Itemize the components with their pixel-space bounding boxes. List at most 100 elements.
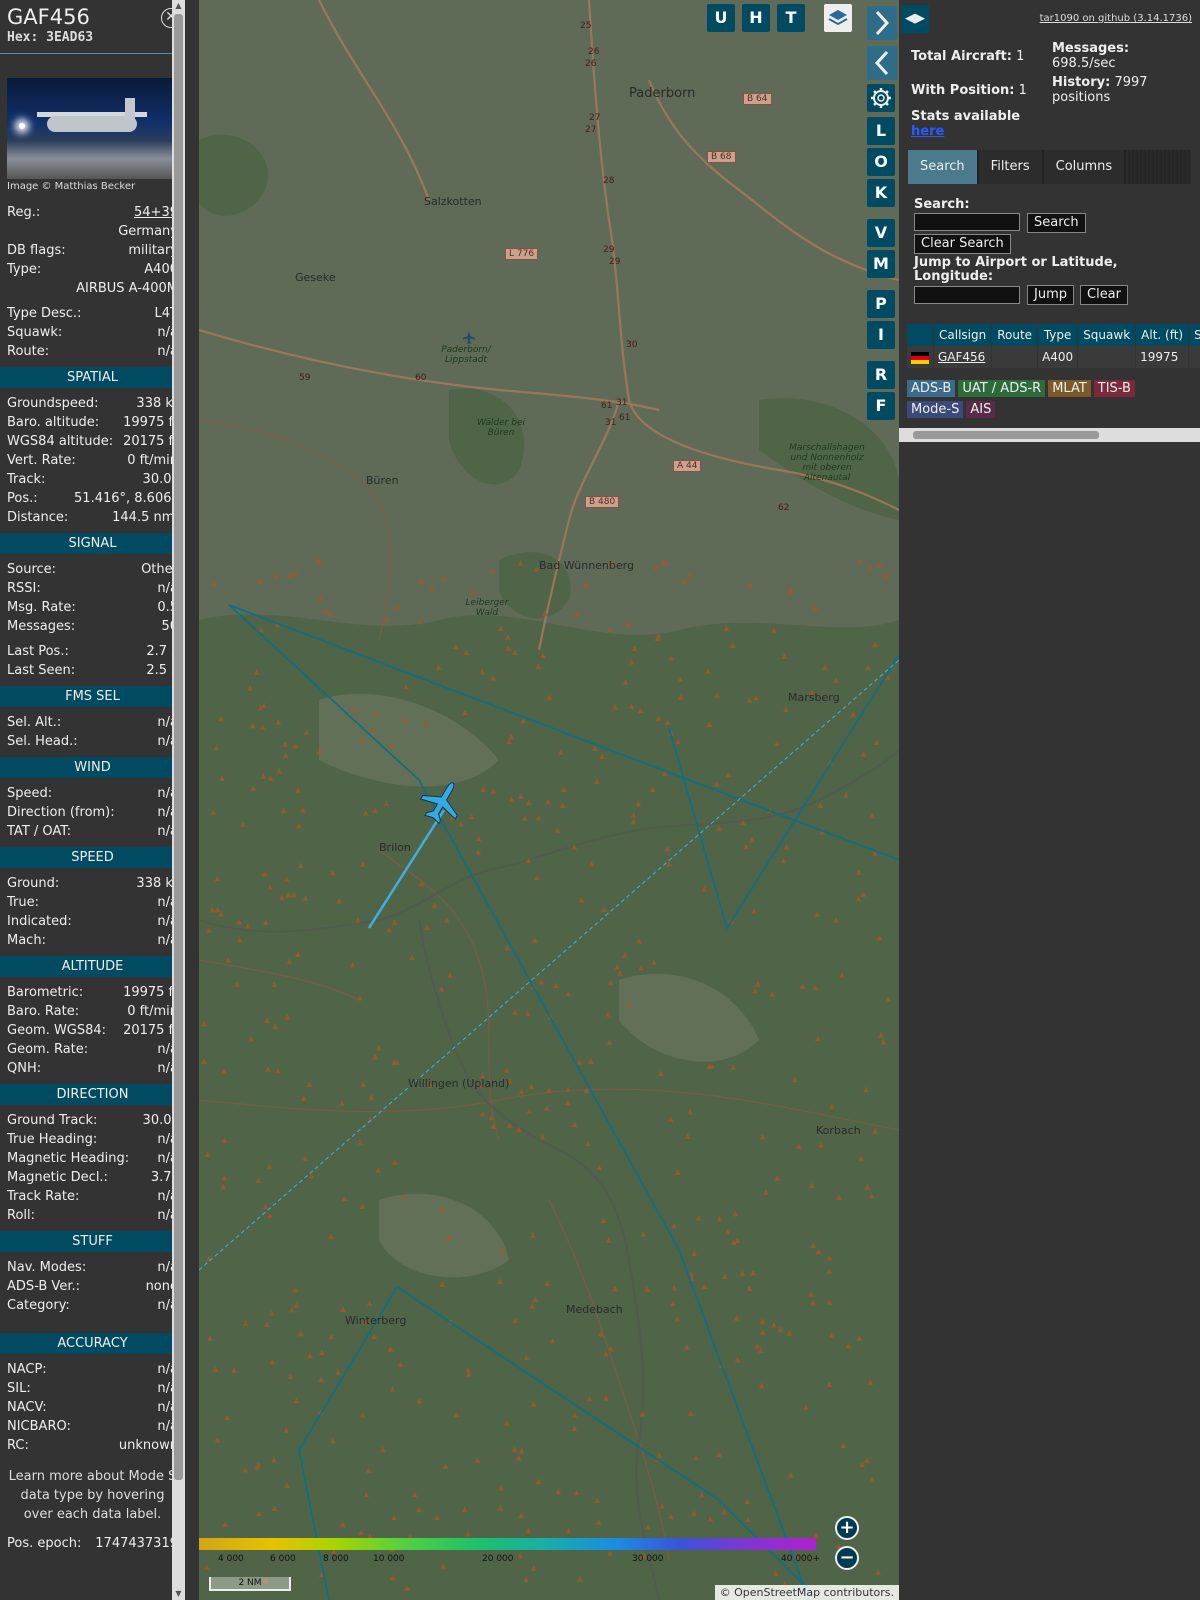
toggle-sidebar-arrows-icon[interactable]: ◀▶: [901, 5, 929, 33]
jump-label: Jump to Airport or Latitude, Longitude:: [914, 255, 1118, 284]
map-scale-bar: 2 NM: [209, 1577, 291, 1591]
column-type[interactable]: Type: [1037, 324, 1079, 346]
info-label: Magnetic Heading:: [7, 1151, 130, 1166]
cell-route: [991, 346, 1039, 368]
column-squawk[interactable]: Squawk: [1077, 324, 1137, 346]
info-row: Type Desc.: L4T: [0, 304, 185, 323]
info-label: Sel. Head.:: [7, 734, 78, 749]
info-row: Indicated: n/a: [0, 912, 185, 931]
info-row: Last Seen: 2.5 s: [0, 661, 185, 680]
search-button[interactable]: Search: [1027, 213, 1086, 233]
learn-more-text: Learn more about Mode S data type by hov…: [8, 1469, 177, 1522]
info-value: 0 ft/min: [127, 1004, 178, 1019]
tab-filters[interactable]: Filters: [978, 150, 1042, 184]
info-label: Speed:: [7, 786, 53, 801]
source-legend-chip[interactable]: AIS: [966, 401, 996, 418]
settings-gear-icon[interactable]: [867, 84, 895, 112]
source-legend-chip[interactable]: UAT / ADS-R: [958, 380, 1046, 397]
section-header: STUFF: [0, 1231, 185, 1252]
info-value: 19975 ft: [123, 985, 178, 1000]
toggle-m-button[interactable]: M: [867, 250, 895, 278]
info-label: Pos.:: [7, 491, 38, 506]
info-label: Baro. altitude:: [7, 415, 100, 430]
toggle-h-button[interactable]: H: [742, 4, 770, 32]
source-legend-chip[interactable]: Mode-S: [907, 401, 964, 418]
github-link[interactable]: tar1090 on github (3.14.1736): [1040, 13, 1192, 24]
info-row: Track: 30.0°: [0, 470, 185, 489]
clear-search-button[interactable]: Clear Search: [914, 234, 1011, 254]
forest-label: Marschallshagen und Nonnenholz mit obere…: [789, 443, 865, 483]
info-row: Ground Track: 30.0°: [0, 1111, 185, 1130]
column-callsign[interactable]: Callsign: [933, 324, 993, 346]
expand-sidebar-icon[interactable]: [867, 6, 897, 40]
toggle-i-button[interactable]: I: [867, 321, 895, 349]
photo-credit: Image © Matthias Becker: [7, 181, 136, 192]
road-number: 29: [609, 257, 621, 267]
info-row: Ground: 338 kt: [0, 874, 185, 893]
map-canvas: [199, 0, 899, 1600]
info-label: True Heading:: [7, 1132, 98, 1147]
stats-here-link[interactable]: here: [911, 124, 944, 139]
info-label: Barometric:: [7, 985, 84, 1000]
info-label: Messages:: [7, 619, 76, 634]
road-number: 27: [585, 125, 597, 135]
tab-search[interactable]: Search: [908, 150, 977, 184]
info-label: Route:: [7, 344, 50, 359]
column-route[interactable]: Route: [991, 324, 1039, 346]
layers-icon[interactable]: [824, 4, 852, 32]
toggle-t-button[interactable]: T: [777, 4, 805, 32]
toggle-f-button[interactable]: F: [867, 392, 895, 420]
zoom-in-button[interactable]: +: [835, 1516, 859, 1540]
town-label: Salzkotten: [424, 195, 482, 208]
source-legend-chip[interactable]: MLAT: [1048, 380, 1091, 397]
table-row[interactable]: GAF456 A400 19975: [907, 346, 1200, 368]
hex-code: Hex: 3EAD63: [7, 30, 174, 45]
selected-aircraft-panel: GAF456 Hex: 3EAD63 ✕ Image © Matthias Be…: [0, 0, 185, 1600]
toggle-u-button[interactable]: U: [707, 4, 735, 32]
road-number: 31: [605, 418, 617, 428]
toggle-r-button[interactable]: R: [867, 361, 895, 389]
jump-button[interactable]: Jump: [1027, 285, 1074, 305]
forest-label: Leiberger Wald: [465, 598, 509, 618]
tab-columns[interactable]: Columns: [1043, 150, 1125, 184]
osm-link[interactable]: OpenStreetMap: [734, 1586, 820, 1599]
info-value: 144.5 nmi: [112, 510, 178, 525]
road-number: 61: [619, 413, 631, 423]
map-view[interactable]: Paderborn Salzkotten Geseke Büren Bad Wü…: [199, 0, 899, 1600]
toggle-v-button[interactable]: V: [867, 219, 895, 247]
with-position: With Position: 1: [911, 83, 1027, 98]
column-altitude[interactable]: Alt. (ft): [1135, 324, 1190, 346]
jump-input[interactable]: [914, 286, 1020, 304]
toggle-k-button[interactable]: K: [867, 179, 895, 207]
clear-jump-button[interactable]: Clear: [1080, 285, 1128, 305]
info-label: NACV:: [7, 1400, 47, 1415]
callsign-title: GAF456: [7, 5, 90, 29]
info-value: 20175 ft: [123, 1023, 178, 1038]
search-input[interactable]: [914, 213, 1020, 231]
info-scrollbar[interactable]: ▲ ▼: [172, 0, 185, 1600]
pos-epoch-value: 1747437319: [95, 1536, 178, 1551]
cell-altitude: 19975: [1135, 346, 1190, 368]
column-speed[interactable]: Spd.: [1188, 324, 1200, 346]
section-header: FMS SEL: [0, 686, 185, 707]
cell-callsign[interactable]: GAF456: [933, 346, 993, 368]
info-label: Category:: [7, 1298, 70, 1313]
toggle-l-button[interactable]: L: [867, 117, 895, 145]
toggle-o-button[interactable]: O: [867, 148, 895, 176]
total-aircraft-value: 1: [1016, 49, 1025, 64]
collapse-sidebar-icon[interactable]: [867, 46, 897, 80]
source-legend-chip[interactable]: ADS-B: [907, 380, 956, 397]
info-row: Vert. Rate: 0 ft/min: [0, 451, 185, 470]
info-row: Track Rate: n/a: [0, 1187, 185, 1206]
table-horizontal-scrollbar[interactable]: [899, 428, 1200, 442]
altitude-tick: 30 000: [632, 1554, 664, 1564]
source-legend-chip[interactable]: TIS-B: [1093, 380, 1135, 397]
road-number: 26: [585, 59, 597, 69]
info-label: QNH:: [7, 1061, 42, 1076]
zoom-out-button[interactable]: −: [835, 1546, 859, 1570]
info-label: True:: [7, 895, 39, 910]
info-row: Reg.: 54+39: [0, 203, 185, 222]
column-flag[interactable]: [907, 324, 934, 346]
aircraft-photo[interactable]: [7, 78, 178, 179]
toggle-p-button[interactable]: P: [867, 290, 895, 318]
